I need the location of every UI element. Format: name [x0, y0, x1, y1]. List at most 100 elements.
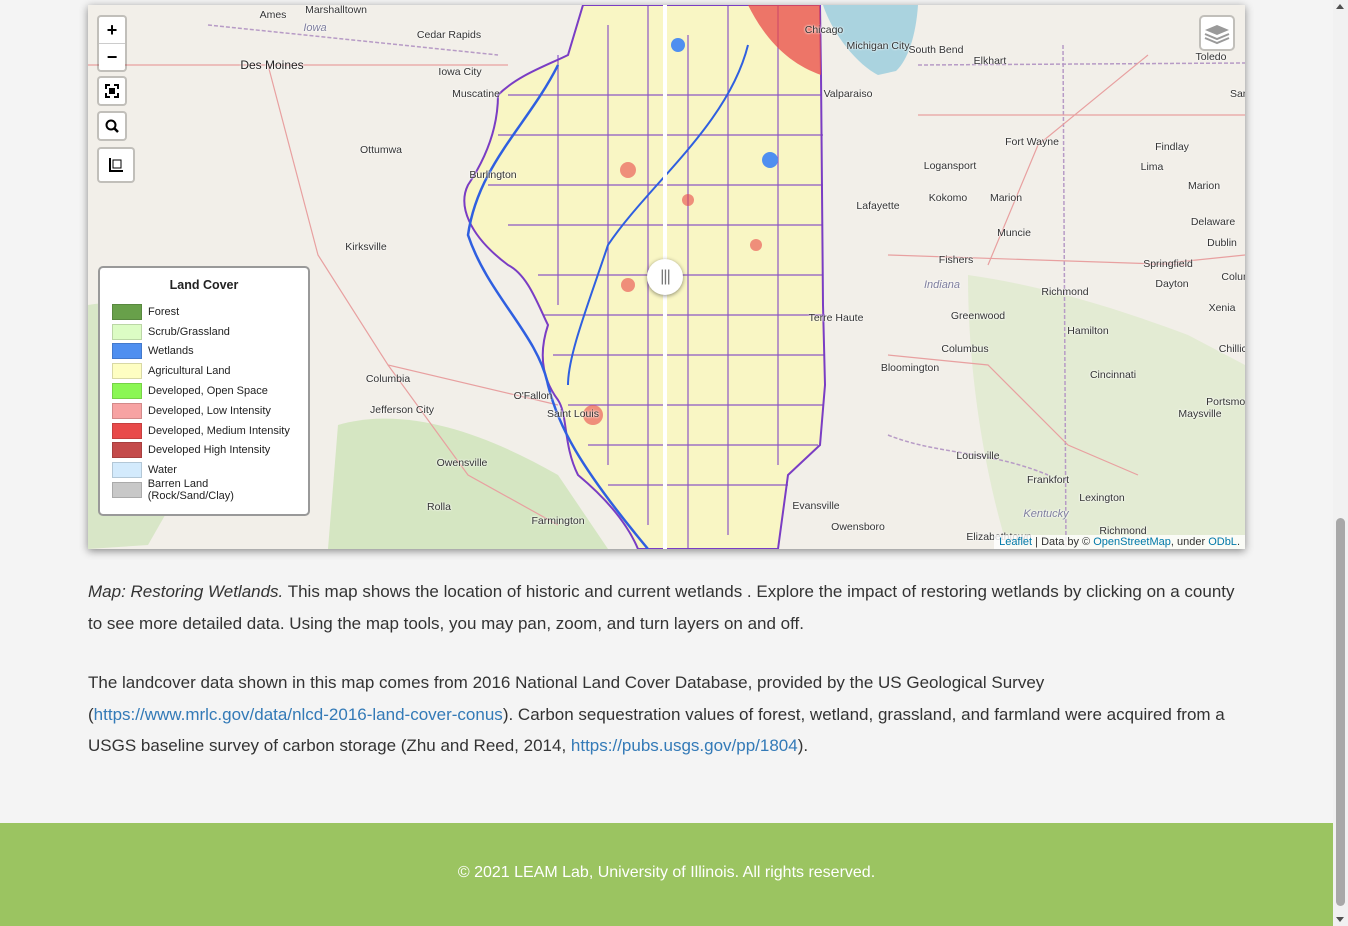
place-label: Chillicothe — [1218, 343, 1245, 355]
legend-label: Developed High Intensity — [148, 444, 271, 457]
attribution-text: | Data by © — [1032, 536, 1094, 548]
legend-label: Scrub/Grassland — [148, 325, 230, 338]
ruler-icon — [109, 158, 123, 172]
odbl-link[interactable]: ODbL — [1208, 536, 1237, 548]
scroll-thumb[interactable] — [1336, 518, 1345, 906]
legend-swatch — [112, 482, 142, 499]
urban-area — [682, 194, 694, 206]
place-label: Des Moines — [240, 58, 304, 72]
zoom-out-button[interactable]: − — [99, 43, 125, 70]
land-cover-map[interactable]: ||| Ames Marshalltown Iowa Cedar Rapids Des … — [88, 5, 1245, 549]
legend-item: Developed, Medium Intensity — [112, 421, 296, 441]
urban-area — [621, 278, 635, 292]
legend-item: Forest — [112, 302, 296, 322]
search-button[interactable] — [99, 113, 125, 139]
urban-area — [750, 239, 762, 251]
map-description: Map: Restoring Wetlands. This map shows … — [88, 576, 1248, 762]
place-label: Marshalltown — [305, 5, 367, 16]
place-label: Dayton — [1155, 278, 1189, 290]
place-label: Cincinnati — [1089, 369, 1137, 381]
osm-link[interactable]: OpenStreetMap — [1093, 536, 1171, 548]
legend-label: Developed, Open Space — [148, 385, 268, 398]
legend-swatch — [112, 323, 142, 340]
legend-swatch — [112, 343, 142, 360]
place-label: Lexington — [1079, 492, 1125, 504]
wetland-area — [762, 152, 778, 168]
legend-label: Developed, Medium Intensity — [148, 424, 290, 437]
place-label: Fishers — [938, 254, 974, 266]
place-label: Sandusky — [1229, 88, 1245, 100]
place-label: Ottumwa — [359, 144, 403, 156]
legend-swatch — [112, 442, 142, 459]
place-label: Louisville — [956, 450, 1000, 462]
place-label: Delaware — [1190, 216, 1236, 228]
place-label: Jefferson City — [370, 404, 434, 416]
place-label: Ames — [259, 9, 287, 21]
place-label: Marion — [1187, 180, 1221, 192]
place-label: Burlington — [469, 169, 517, 181]
legend-swatch — [112, 303, 142, 320]
place-label: Columbus — [941, 343, 989, 355]
legend-label: Developed, Low Intensity — [148, 404, 271, 417]
place-label: Portsmouth — [1206, 396, 1245, 408]
place-label: Rolla — [427, 501, 451, 513]
place-label: Kirksville — [345, 241, 387, 253]
place-label: Frankfort — [1026, 474, 1070, 486]
page-footer: © 2021 LEAM Lab, University of Illinois.… — [0, 823, 1333, 926]
place-label: Iowa City — [438, 66, 482, 78]
legend-item: Developed, Open Space — [112, 381, 296, 401]
place-label: Owensville — [436, 457, 488, 469]
legend-item: Wetlands — [112, 342, 296, 362]
place-label: Springfield — [1143, 258, 1193, 270]
compare-slider-handle[interactable]: ||| — [647, 259, 683, 295]
place-label: South Bend — [908, 44, 964, 56]
place-label: Marion — [989, 192, 1023, 204]
place-label: Hamilton — [1067, 325, 1109, 337]
place-label: Muscatine — [452, 88, 500, 100]
source-text: ). — [797, 736, 809, 755]
page-scrollbar[interactable] — [1333, 0, 1348, 926]
place-label: Richmond — [1041, 286, 1089, 298]
search-control — [97, 111, 127, 141]
place-label: Findlay — [1155, 141, 1189, 153]
usgs-link[interactable]: https://pubs.usgs.gov/pp/1804 — [571, 736, 798, 755]
measure-control — [97, 147, 135, 183]
attribution-text: . — [1236, 536, 1240, 548]
nlcd-link[interactable]: https://www.mrlc.gov/data/nlcd-2016-land… — [94, 705, 503, 724]
place-label: Terre Haute — [808, 312, 864, 324]
legend-label: Agricultural Land — [148, 365, 231, 378]
place-label: Xenia — [1208, 302, 1236, 314]
zoom-in-button[interactable]: + — [99, 17, 125, 43]
place-label: Columbus — [1221, 271, 1245, 283]
place-label: Evansville — [792, 500, 840, 512]
legend-item: Scrub/Grassland — [112, 322, 296, 342]
caption-title: Map: Restoring Wetlands. — [88, 582, 284, 601]
place-label: Elkhart — [973, 55, 1007, 67]
place-label: Dublin — [1207, 237, 1237, 249]
measure-button[interactable] — [99, 149, 133, 181]
place-label: Toledo — [1195, 51, 1227, 63]
place-label: Lima — [1140, 161, 1164, 173]
layers-button[interactable] — [1199, 15, 1235, 51]
place-label: Kentucky — [1023, 508, 1069, 520]
zoom-control: + − — [97, 15, 127, 72]
legend-swatch — [112, 422, 142, 439]
scroll-down-arrow[interactable] — [1336, 917, 1344, 922]
leaflet-link[interactable]: Leaflet — [999, 536, 1032, 548]
legend-label: Barren Land (Rock/Sand/Clay) — [147, 478, 234, 503]
place-label: Saint Louis — [547, 408, 599, 420]
caption-paragraph: Map: Restoring Wetlands. This map shows … — [88, 576, 1248, 639]
legend-title: Land Cover — [169, 278, 239, 292]
place-label: Chicago — [804, 24, 844, 36]
scroll-up-arrow[interactable] — [1336, 4, 1344, 9]
place-label: Indiana — [923, 279, 961, 291]
place-label: Valparaiso — [823, 88, 873, 100]
legend-swatch — [112, 383, 142, 400]
land-cover-legend: Land Cover Forest Scrub/Grassland Wetlands… — [98, 266, 310, 516]
wetland-area — [671, 38, 685, 52]
place-label: Michigan City — [846, 40, 910, 52]
fullscreen-button[interactable] — [99, 78, 125, 104]
legend-list: Forest Scrub/Grassland Wetlands Agricultura… — [112, 302, 296, 503]
place-label: Owensboro — [831, 521, 885, 533]
urban-area — [620, 162, 636, 178]
